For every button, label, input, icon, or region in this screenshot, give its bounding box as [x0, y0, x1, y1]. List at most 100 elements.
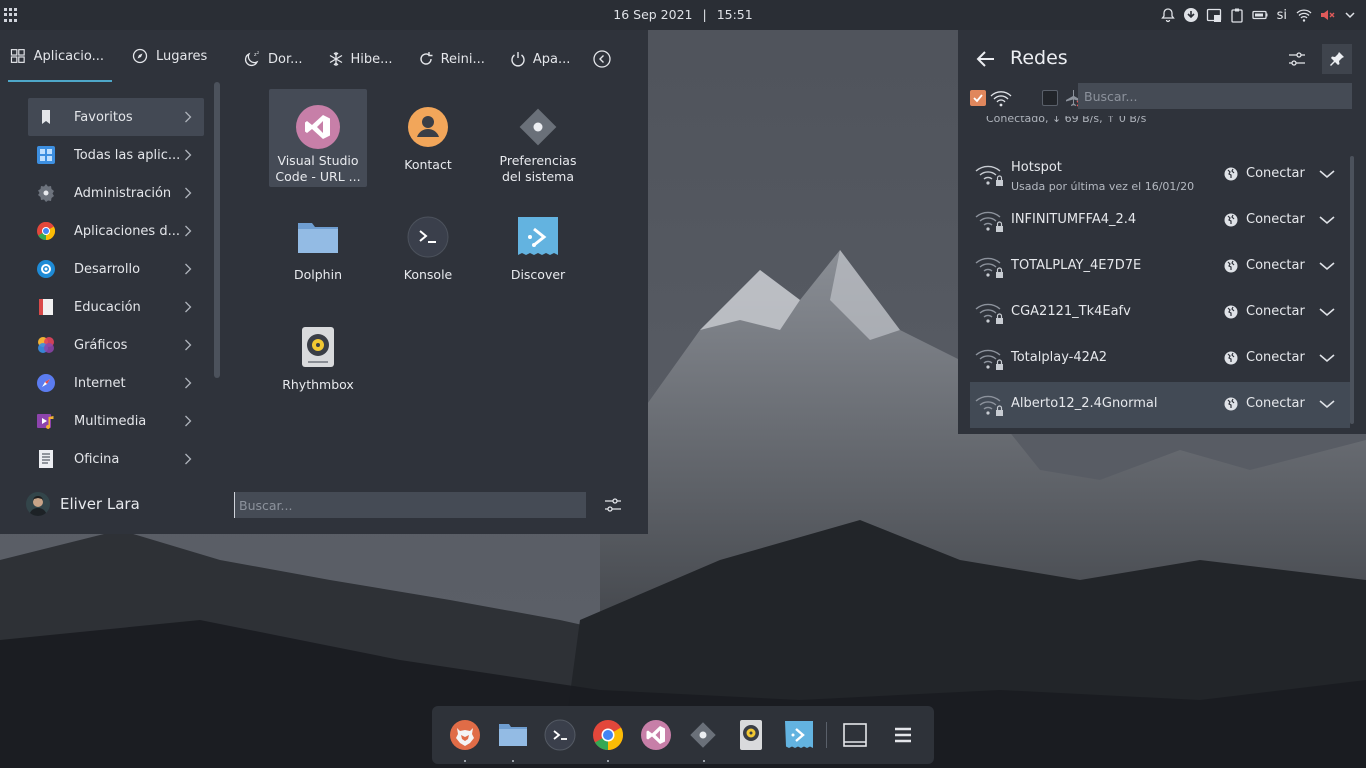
dock-show-desktop[interactable] [839, 718, 873, 752]
user-profile[interactable]: Eliver Lara [26, 492, 140, 516]
network-item[interactable]: Alberto12_2.4Gnormal Conectar [970, 382, 1350, 428]
sleep-button[interactable]: zz Dor... [232, 44, 315, 74]
avatar [26, 492, 50, 516]
network-item[interactable]: Totalplay-42A2 Conectar [970, 336, 1350, 382]
clipboard-icon[interactable] [1229, 7, 1245, 23]
kontact-icon [408, 107, 448, 147]
tab-places[interactable]: Lugares [114, 30, 217, 82]
category-favoritos[interactable]: Favoritos [28, 98, 204, 136]
dock-chrome[interactable] [591, 718, 625, 762]
category-educacion[interactable]: Educación [28, 288, 204, 326]
chevron-down-icon[interactable] [1318, 352, 1336, 364]
shutdown-button[interactable]: Apa... [497, 44, 583, 74]
download-icon[interactable] [1183, 7, 1199, 23]
keyboard-layout-indicator[interactable]: si [1275, 8, 1289, 23]
network-item[interactable]: CGA2121_Tk4Eafv Conectar [970, 290, 1350, 336]
wifi-icon [990, 91, 1012, 107]
hibernate-button[interactable]: Hibe... [315, 44, 405, 74]
category-multimedia[interactable]: Multimedia [28, 402, 204, 440]
volume-muted-icon[interactable] [1319, 7, 1335, 23]
internet-icon [37, 374, 55, 392]
svg-text:z: z [257, 50, 259, 55]
app-system-settings[interactable]: Preferencias del sistema [489, 89, 587, 187]
show-desktop-icon [843, 723, 868, 747]
connect-button[interactable]: Conectar [1224, 396, 1305, 411]
wifi-tray-icon[interactable] [1296, 7, 1312, 23]
chevron-down-icon[interactable] [1318, 168, 1336, 180]
connect-button[interactable]: Conectar [1224, 212, 1305, 227]
app-dolphin[interactable]: Dolphin [269, 199, 367, 297]
category-administracion[interactable]: Administración [28, 174, 204, 212]
running-indicator [464, 760, 466, 762]
application-launcher: Aplicacio... Lugares zz Dor... Hibe... R… [0, 30, 648, 534]
airplane-mode-checkbox[interactable] [1042, 90, 1058, 106]
chevron-right-icon [185, 339, 192, 351]
admin-gear-icon [38, 184, 54, 202]
network-item[interactable]: Hotspot Usada por última vez el 16/01/20… [970, 152, 1350, 198]
category-aplicaciones[interactable]: Aplicaciones d... [28, 212, 204, 250]
app-menu-grid-icon[interactable] [4, 8, 18, 22]
chevron-down-icon[interactable] [1318, 398, 1336, 410]
category-desarrollo[interactable]: Desarrollo [28, 250, 204, 288]
network-name: INFINITUMFFA4_2.4 [1011, 212, 1137, 227]
snowflake-icon [329, 52, 342, 66]
chevron-down-icon[interactable] [1318, 260, 1336, 272]
tab-applications[interactable]: Aplicacio... [0, 30, 114, 82]
dock-dolphin[interactable] [496, 718, 530, 762]
system-settings-icon [519, 108, 557, 146]
dock-konsole[interactable] [543, 718, 577, 752]
chevron-right-icon [185, 187, 192, 199]
category-todas[interactable]: Todas las aplic... [28, 136, 204, 174]
dock-menu[interactable] [886, 718, 920, 752]
screenshot-icon[interactable] [1206, 7, 1222, 23]
category-internet[interactable]: Internet [28, 364, 204, 402]
app-konsole[interactable]: Konsole [379, 199, 477, 297]
running-indicator [607, 760, 610, 762]
connect-button[interactable]: Conectar [1224, 258, 1305, 273]
menu-icon [895, 727, 912, 743]
chevron-right-icon [185, 111, 192, 123]
app-kontact[interactable]: Kontact [379, 89, 477, 187]
chevron-down-icon[interactable] [1318, 306, 1336, 318]
clock-date[interactable]: 16 Sep 2021 [613, 7, 692, 22]
network-list: Hotspot Usada por última vez el 16/01/20… [970, 152, 1350, 428]
dock-firefox[interactable] [448, 718, 482, 762]
connect-button[interactable]: Conectar [1224, 304, 1305, 319]
app-name: Konsole [403, 267, 453, 282]
app-discover[interactable]: Discover [489, 199, 587, 297]
terminal-icon [407, 216, 449, 258]
category-label: Oficina [74, 451, 120, 467]
clock-time[interactable]: 15:51 [717, 7, 753, 22]
expand-tray-icon[interactable] [1342, 7, 1358, 23]
category-scrollbar[interactable] [214, 82, 220, 378]
app-rhythmbox[interactable]: Rhythmbox [269, 309, 367, 407]
wifi-locked-icon [975, 349, 1003, 370]
category-oficina[interactable]: Oficina [28, 440, 204, 478]
app-vscode[interactable]: Visual Studio Code - URL ... [269, 89, 367, 187]
dock-rhythmbox[interactable] [734, 718, 768, 752]
connect-button[interactable]: Conectar [1224, 350, 1305, 365]
wifi-toggle-checkbox[interactable] [970, 90, 986, 106]
battery-icon[interactable] [1251, 7, 1268, 23]
dock-discover[interactable] [782, 718, 816, 752]
pin-button[interactable] [1322, 44, 1352, 74]
dock-system-settings[interactable] [687, 718, 721, 762]
wifi-locked-icon [975, 395, 1003, 416]
restart-button[interactable]: Reini... [405, 44, 497, 74]
network-settings-icon[interactable] [1288, 50, 1306, 68]
clock-separator: | [702, 7, 707, 22]
category-graficos[interactable]: Gráficos [28, 326, 204, 364]
back-arrow-icon[interactable] [976, 50, 996, 68]
notifications-icon[interactable] [1160, 7, 1176, 23]
more-power-options-icon[interactable] [592, 49, 612, 69]
network-item[interactable]: INFINITUMFFA4_2.4 Conectar [970, 198, 1350, 244]
chevron-down-icon[interactable] [1318, 214, 1336, 226]
connect-button[interactable]: Conectar [1224, 166, 1305, 181]
launcher-search-input[interactable] [234, 492, 586, 518]
network-list-scrollbar[interactable] [1350, 156, 1354, 424]
network-search-input[interactable] [1078, 83, 1352, 109]
tab-applications-label: Aplicacio... [33, 48, 104, 64]
launcher-settings-icon[interactable] [604, 496, 622, 514]
network-item[interactable]: TOTALPLAY_4E7D7E Conectar [970, 244, 1350, 290]
dock-vscode[interactable] [639, 718, 673, 752]
